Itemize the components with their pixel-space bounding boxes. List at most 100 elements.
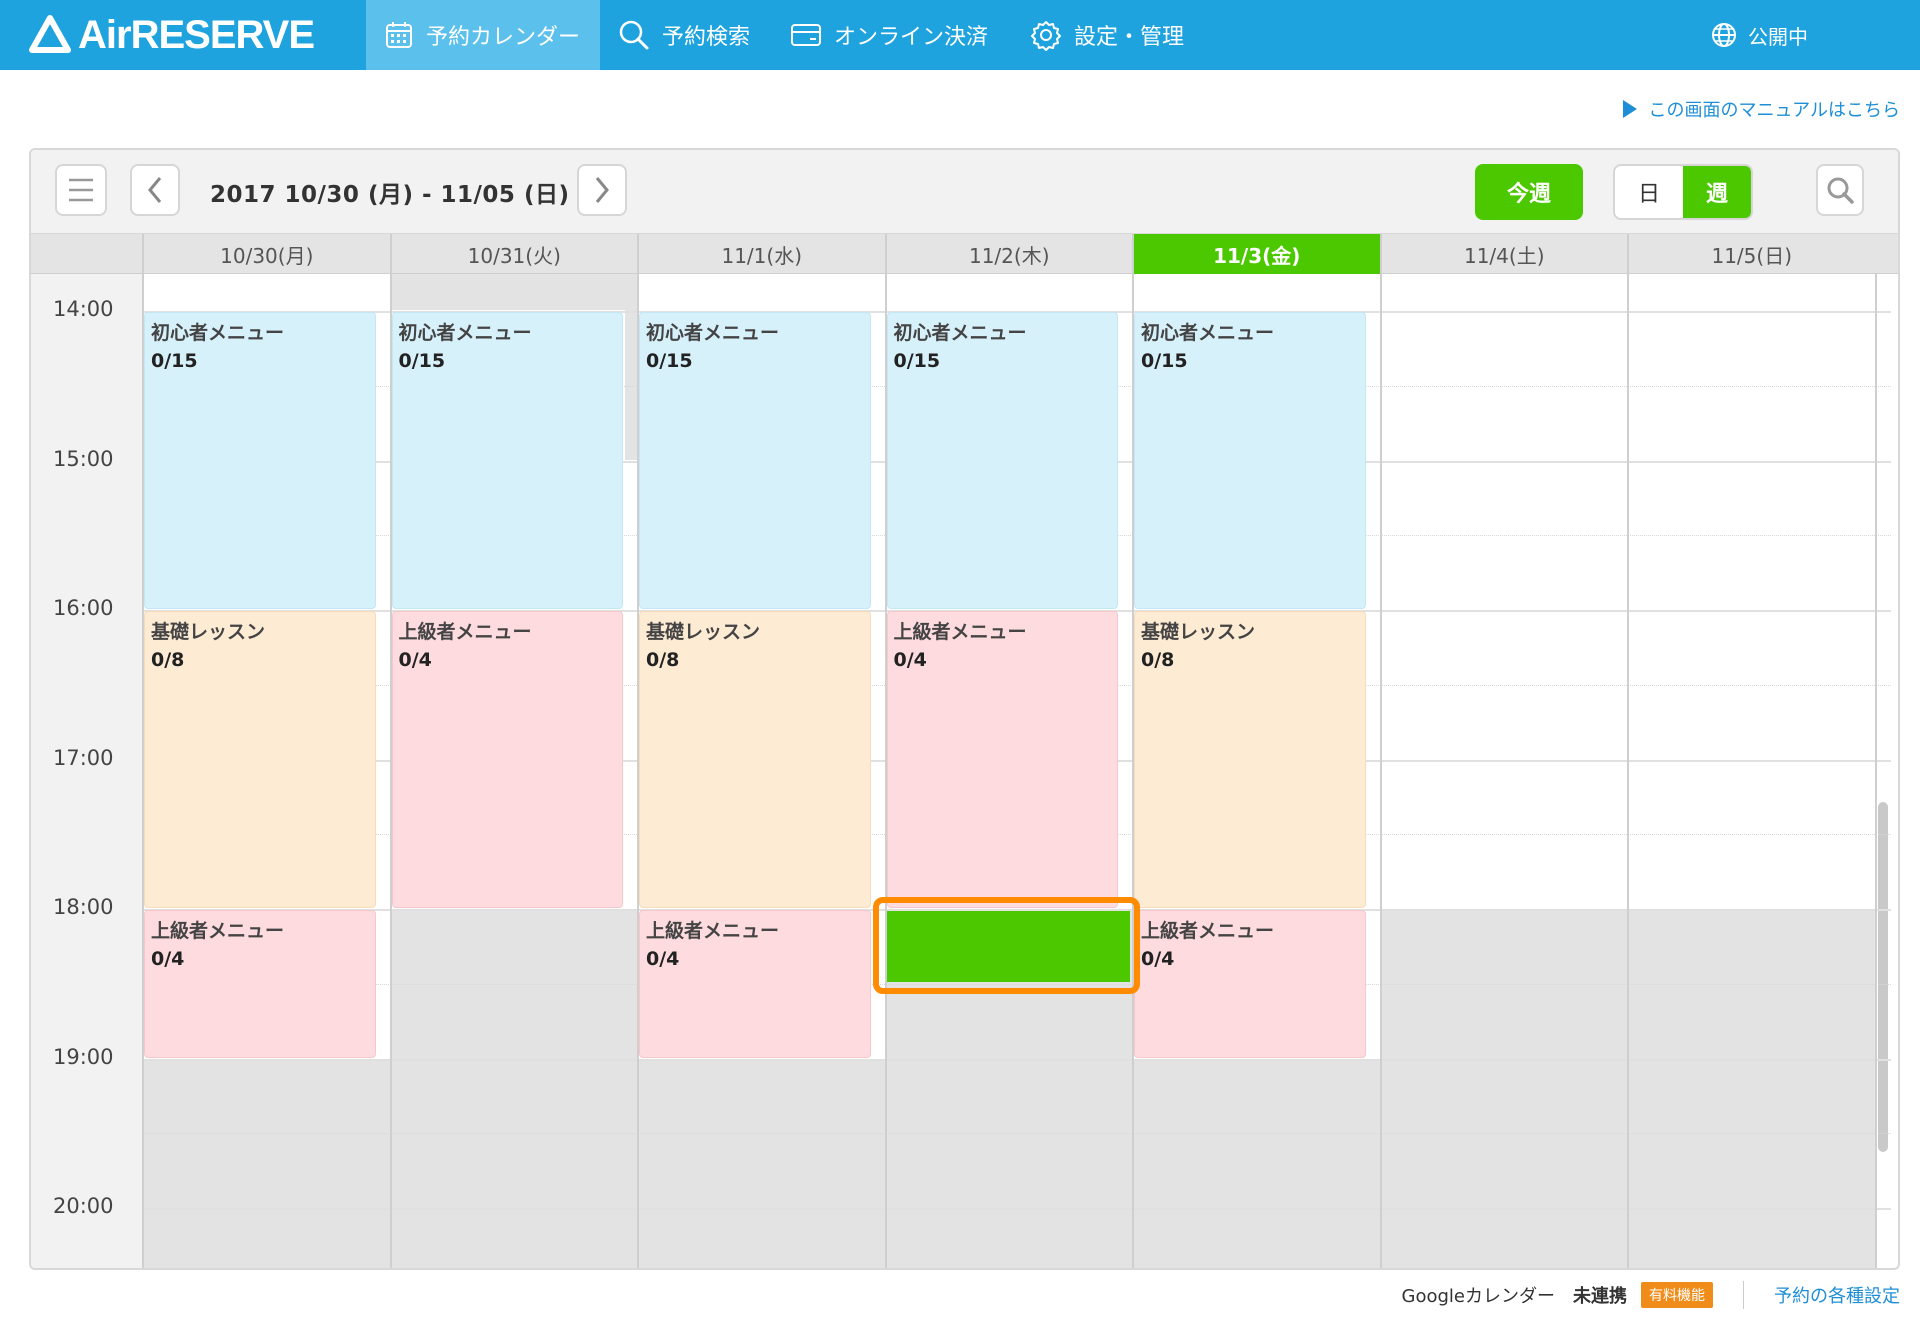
prev-week-button[interactable] (130, 164, 180, 216)
publish-status[interactable]: 公開中 (1710, 0, 1808, 70)
event-capacity: 0/15 (151, 350, 198, 372)
selection-highlight-frame (872, 897, 1140, 994)
event-capacity: 0/4 (646, 948, 680, 970)
event-capacity: 0/4 (151, 948, 185, 970)
paid-feature-badge: 有料機能 (1641, 1282, 1713, 1308)
closed-block (142, 1058, 390, 1268)
time-label: 14:00 (53, 297, 114, 321)
event-block[interactable]: 基礎レッスン 0/8 (144, 611, 376, 908)
menu-button[interactable] (55, 164, 107, 216)
event-block[interactable]: 上級者メニュー 0/4 (1134, 910, 1366, 1058)
event-block[interactable]: 上級者メニュー 0/4 (639, 910, 871, 1058)
event-name: 初心者メニュー (646, 322, 780, 344)
nav-item-payment[interactable]: オンライン決済 (790, 0, 988, 70)
time-label: 16:00 (53, 596, 114, 620)
manual-link-label: この画面のマニュアルはこちら (1648, 100, 1900, 121)
vertical-scrollbar[interactable] (1878, 802, 1888, 1152)
calendar-toolbar: 2017 10/30 (月) - 11/05 (日) 今週 日 週 (31, 150, 1898, 234)
event-capacity: 0/15 (646, 350, 693, 372)
nav-label-search: 予約検索 (662, 25, 751, 50)
event-capacity: 0/4 (1141, 948, 1175, 970)
event-name: 初心者メニュー (893, 322, 1027, 344)
closed-block (1132, 1058, 1380, 1268)
this-week-button[interactable]: 今週 (1475, 164, 1583, 220)
event-name: 上級者メニュー (398, 621, 532, 643)
time-label: 19:00 (53, 1044, 114, 1069)
event-name: 初心者メニュー (398, 322, 532, 344)
event-block[interactable]: 基礎レッスン 0/8 (1134, 611, 1366, 908)
nav-label-calendar: 予約カレンダー (426, 25, 581, 50)
app-logo[interactable]: AirRESERVE (28, 13, 315, 57)
closed-block (389, 909, 637, 1268)
event-name: 基礎レッスン (646, 621, 761, 643)
event-block[interactable]: 基礎レッスン 0/8 (639, 611, 871, 908)
nav-item-settings[interactable]: 設定・管理 (1030, 0, 1184, 70)
view-toggle: 日 週 (1613, 164, 1753, 220)
event-capacity: 0/15 (398, 350, 446, 372)
event-capacity: 0/8 (646, 649, 680, 671)
chevron-left-icon (148, 177, 162, 203)
footer-bar: Googleカレンダー 未連携 有料機能 予約の各種設定 (1402, 1280, 1900, 1310)
event-capacity: 0/8 (151, 649, 185, 671)
week-view-button[interactable]: 週 (1683, 166, 1751, 218)
menu-icon (69, 178, 93, 202)
logo-triangle-icon (29, 15, 71, 53)
week-grid: 14:00 15:00 16:00 17:00 18:00 19:00 20:00 初心者メニ… (31, 274, 1898, 1268)
manual-link[interactable]: この画面のマニュアルはこちら (1622, 96, 1900, 122)
day-view-button[interactable]: 日 (1615, 166, 1683, 218)
event-block[interactable]: 初心者メニュー 0/15 (144, 312, 376, 609)
day-header-row: 10/30(月) 10/31(火) 11/1(水) 11/2(木) 11/3(金) 11/… (31, 234, 1898, 274)
event-name: 初心者メニュー (151, 322, 285, 344)
google-calendar-status: 未連携 (1573, 1286, 1627, 1307)
event-block[interactable]: 上級者メニュー 0/4 (391, 611, 623, 908)
event-name: 基礎レッスン (151, 621, 266, 643)
reservation-settings-link[interactable]: 予約の各種設定 (1774, 1282, 1900, 1308)
day-header-0[interactable]: 10/30(月) (142, 234, 390, 274)
date-range: 2017 10/30 (月) - 11/05 (日) (210, 182, 570, 208)
day-header-1[interactable]: 10/31(火) (389, 234, 638, 274)
next-week-button[interactable] (577, 164, 627, 216)
closed-top-tue (389, 274, 637, 310)
event-name: 上級者メニュー (893, 621, 1027, 643)
closed-block (637, 1058, 885, 1268)
event-block[interactable]: 初心者メニュー 0/15 (1134, 312, 1366, 609)
day-header-5[interactable]: 11/4(土) (1379, 234, 1628, 274)
day-header-6[interactable]: 11/5(日) (1627, 234, 1875, 274)
event-capacity: 0/15 (1141, 350, 1188, 372)
event-capacity: 0/15 (893, 350, 941, 372)
event-name: 基礎レッスン (1141, 621, 1256, 643)
chevron-right-icon (595, 177, 609, 203)
nav-item-search[interactable]: 予約検索 (618, 0, 750, 70)
event-name: 上級者メニュー (151, 920, 285, 942)
event-block[interactable]: 上級者メニュー 0/4 (144, 910, 376, 1058)
play-triangle-icon (1622, 100, 1637, 118)
day-column-divider (1627, 274, 1629, 1268)
calendar-panel: 2017 10/30 (月) - 11/05 (日) 今週 日 週 10/30(… (29, 148, 1900, 1270)
globe-icon (1712, 23, 1736, 47)
event-name: 初心者メニュー (1141, 322, 1275, 344)
top-nav: AirRESERVE 予約カレンダー 予約検索 オンライン決済 設定・管理 公開… (0, 0, 1920, 70)
google-calendar-label: Googleカレンダー (1401, 1286, 1555, 1307)
event-block[interactable]: 初心者メニュー 0/15 (391, 312, 623, 609)
nav-label-payment: オンライン決済 (834, 25, 989, 50)
event-name: 上級者メニュー (646, 920, 780, 942)
logo-text: AirRESERVE (78, 13, 315, 57)
day-header-3[interactable]: 11/2(木) (884, 234, 1133, 274)
time-label: 15:00 (53, 446, 114, 471)
time-gutter (31, 274, 142, 1268)
search-icon (619, 20, 649, 50)
day-header-2[interactable]: 11/1(水) (637, 234, 885, 274)
card-icon (791, 24, 821, 46)
day-column-divider (1874, 274, 1877, 1268)
event-name: 上級者メニュー (1141, 920, 1275, 942)
calendar-search-button[interactable] (1816, 164, 1864, 216)
event-block[interactable]: 初心者メニュー 0/15 (886, 312, 1118, 609)
event-block[interactable]: 上級者メニュー 0/4 (886, 611, 1118, 908)
nav-item-calendar[interactable]: 予約カレンダー (366, 0, 600, 70)
event-capacity: 0/4 (893, 649, 927, 671)
day-column-divider (1379, 274, 1382, 1268)
event-capacity: 0/4 (398, 649, 432, 671)
nav-label-settings: 設定・管理 (1074, 25, 1185, 50)
event-block[interactable]: 初心者メニュー 0/15 (639, 312, 871, 609)
day-header-4[interactable]: 11/3(金) (1132, 234, 1380, 274)
